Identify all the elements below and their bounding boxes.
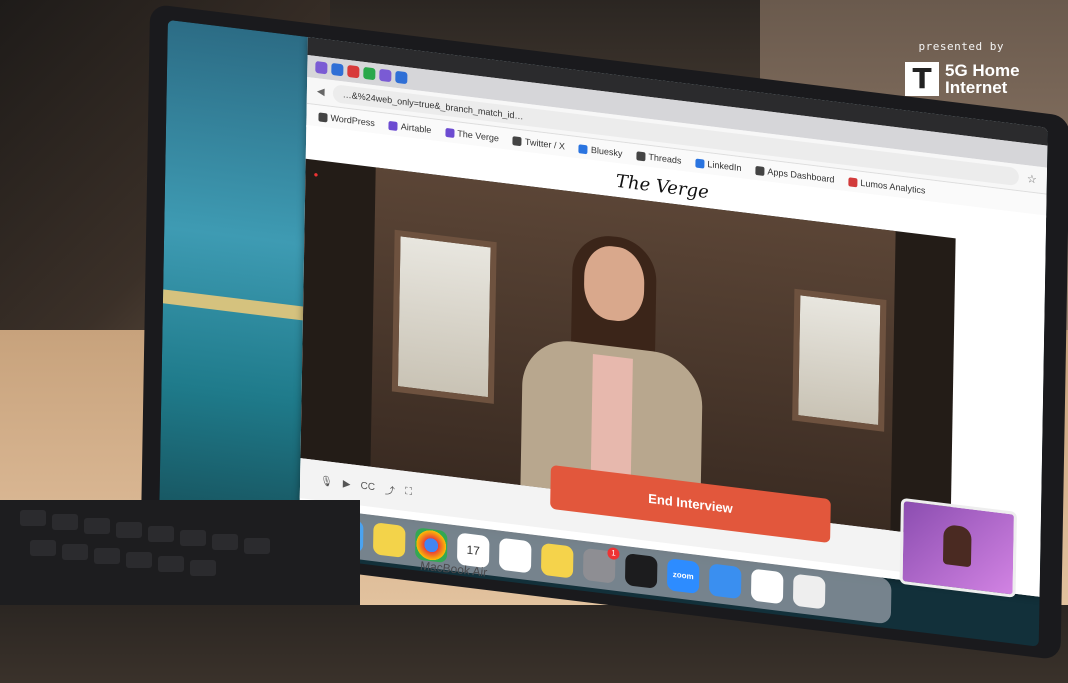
slack-icon[interactable]	[498, 537, 532, 574]
chrome-icon[interactable]	[414, 527, 448, 564]
bookmark-airtable[interactable]: Airtable	[388, 120, 431, 135]
lumos-icon	[848, 176, 858, 187]
video-icon[interactable]: ▶	[343, 478, 351, 490]
browser-window: ◀ …&%24web_only=true&_branch_match_id… ☆…	[299, 37, 1048, 598]
verge-icon	[445, 127, 455, 138]
key	[126, 552, 152, 568]
threads-icon	[636, 150, 646, 161]
desktop-wallpaper	[158, 19, 318, 558]
bookmark-the-verge[interactable]: The Verge	[445, 127, 499, 143]
zoom-icon[interactable]: zoom	[666, 558, 700, 595]
captions-icon[interactable]: CC	[360, 480, 375, 493]
video-window-left	[391, 229, 497, 404]
key	[244, 538, 270, 554]
self-view-camera[interactable]	[899, 497, 1017, 598]
sponsor-badge: T 5G Home Internet	[905, 62, 1020, 96]
wordpress-icon	[318, 111, 328, 122]
key	[158, 556, 184, 572]
airtable-icon	[388, 120, 398, 131]
tab-favicon[interactable]	[347, 64, 360, 79]
key	[52, 514, 78, 530]
keyboard	[0, 500, 360, 605]
key	[190, 560, 216, 576]
bluesky-icon	[578, 143, 588, 154]
brand-mark-icon: ●	[313, 169, 319, 180]
bookmark-twitter[interactable]: Twitter / X	[512, 135, 565, 152]
share-icon[interactable]: ⤴	[385, 481, 395, 497]
wallpaper-beach	[162, 289, 314, 322]
bookmark-linkedin[interactable]: LinkedIn	[695, 158, 742, 173]
key	[116, 522, 142, 538]
tab-favicon[interactable]	[379, 68, 392, 83]
presented-by-label: presented by	[918, 40, 1004, 53]
sponsor-line-2: Internet	[945, 78, 1008, 97]
quicktime-icon[interactable]	[708, 563, 742, 600]
fullscreen-icon[interactable]: ⛶	[405, 486, 412, 498]
key	[180, 530, 206, 546]
key	[20, 510, 46, 526]
tab-favicon[interactable]	[395, 70, 408, 85]
tab-favicon[interactable]	[315, 60, 328, 75]
video-window-right	[792, 288, 887, 432]
notes-icon[interactable]	[540, 542, 574, 579]
linkedin-icon	[695, 158, 705, 169]
ai-avatar	[510, 224, 715, 518]
notification-badge: 1	[607, 546, 620, 561]
settings-icon[interactable]: 1	[582, 546, 620, 584]
star-icon[interactable]: ☆	[1027, 172, 1037, 186]
window-thumbnail[interactable]	[792, 573, 826, 610]
mic-icon[interactable]: 🎙	[320, 475, 333, 488]
tab-favicon[interactable]	[363, 66, 376, 81]
bookmark-wordpress[interactable]: WordPress	[318, 111, 375, 128]
voice-memos-icon[interactable]	[624, 553, 658, 589]
avatar-shirt	[590, 354, 633, 479]
key	[148, 526, 174, 542]
t-mobile-logo-icon: T	[905, 62, 939, 96]
x-icon	[512, 135, 522, 146]
tab-favicon[interactable]	[331, 62, 344, 77]
key	[62, 544, 88, 560]
launchpad-icon[interactable]	[372, 522, 406, 559]
self-view-person	[942, 524, 972, 568]
back-icon[interactable]: ◀	[317, 86, 325, 98]
bookmark-threads[interactable]: Threads	[636, 150, 682, 166]
key	[30, 540, 56, 556]
key	[84, 518, 110, 534]
key	[212, 534, 238, 550]
sponsor-line-1: 5G Home	[945, 61, 1020, 80]
window-thumbnail[interactable]	[750, 568, 784, 605]
apps-icon	[755, 165, 765, 176]
key	[94, 548, 120, 564]
bookmark-bluesky[interactable]: Bluesky	[578, 143, 622, 159]
